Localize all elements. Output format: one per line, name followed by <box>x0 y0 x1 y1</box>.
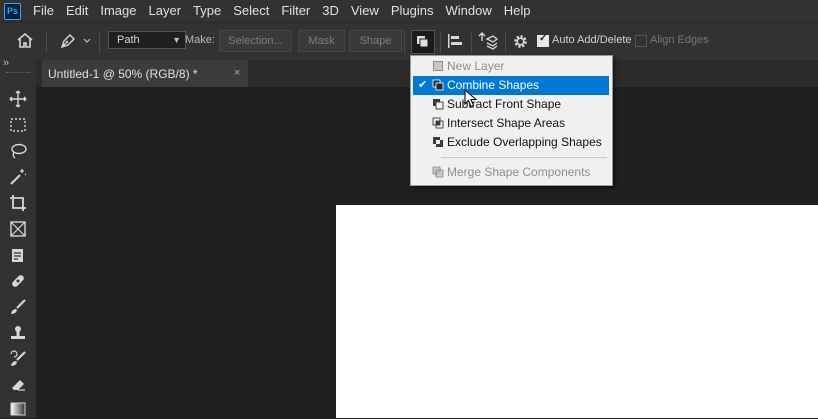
new-layer-icon <box>433 61 443 71</box>
eraser-tool-icon[interactable] <box>8 375 28 395</box>
menu-item-label: New Layer <box>447 59 505 73</box>
menu-layer[interactable]: Layer <box>143 0 188 22</box>
chevron-down-icon: ▼ <box>172 35 181 45</box>
exclude-overlapping-shapes-icon <box>433 137 443 147</box>
divider <box>404 31 405 53</box>
divider <box>505 31 506 53</box>
menu-bar: Ps File Edit Image Layer Type Select Fil… <box>0 0 818 22</box>
path-operations-button[interactable] <box>411 30 435 54</box>
make-label: Make: <box>185 34 215 46</box>
divider <box>440 31 441 53</box>
document-canvas[interactable] <box>336 205 818 418</box>
marquee-tool-icon[interactable] <box>8 115 28 135</box>
checkmark-icon: ✔ <box>418 79 428 91</box>
pen-tool-icon[interactable] <box>59 32 77 50</box>
intersect-shape-areas-icon <box>432 117 444 129</box>
panel-collapse-icon[interactable]: » <box>3 57 9 69</box>
gradient-tool-icon[interactable] <box>8 399 28 419</box>
path-arrangement-icon[interactable] <box>478 31 498 51</box>
move-tool-icon[interactable] <box>8 89 28 109</box>
menu-item-label: Combine Shapes <box>447 78 540 92</box>
auto-add-delete-checkbox[interactable] <box>537 33 549 47</box>
mouse-cursor-icon <box>464 89 478 108</box>
menu-file[interactable]: File <box>27 0 60 22</box>
eyedropper-tool-icon[interactable] <box>8 245 28 265</box>
menu-image[interactable]: Image <box>94 0 142 22</box>
align-edges-checkbox[interactable] <box>635 35 647 47</box>
make-selection-button[interactable]: Selection... <box>219 30 292 52</box>
menu-plugins[interactable]: Plugins <box>385 0 440 22</box>
tool-panel: » <box>0 57 36 419</box>
frame-tool-icon[interactable] <box>8 219 28 239</box>
menu-item-new-layer[interactable]: New Layer <box>413 57 609 76</box>
photoshop-logo: Ps <box>4 2 21 20</box>
close-icon[interactable]: × <box>234 67 240 79</box>
menu-separator <box>441 157 607 158</box>
make-shape-button[interactable]: Shape <box>349 30 402 52</box>
align-edges-label: Align Edges <box>650 34 709 46</box>
menu-item-combine-shapes[interactable]: ✔ Combine Shapes <box>413 76 609 95</box>
divider <box>99 31 100 53</box>
menu-item-merge-shape-components[interactable]: Merge Shape Components <box>413 163 609 182</box>
healing-brush-tool-icon[interactable] <box>8 271 28 291</box>
menu-type[interactable]: Type <box>187 0 227 22</box>
menu-item-label: Exclude Overlapping Shapes <box>447 135 602 149</box>
chevron-down-icon[interactable] <box>83 38 91 44</box>
brush-tool-icon[interactable] <box>8 297 28 317</box>
path-alignment-icon[interactable] <box>447 33 463 49</box>
menu-item-intersect-shape-areas[interactable]: Intersect Shape Areas <box>413 114 609 133</box>
tool-mode-value: Path <box>117 34 140 46</box>
menu-edit[interactable]: Edit <box>60 0 94 22</box>
options-bar: Path ▼ Make: Selection... Mask Shape Aut… <box>0 22 818 60</box>
divider <box>46 31 47 53</box>
menu-item-label: Intersect Shape Areas <box>447 116 566 130</box>
menu-select[interactable]: Select <box>227 0 275 22</box>
menu-view[interactable]: View <box>345 0 385 22</box>
path-operations-menu: New Layer ✔ Combine Shapes Subtract Fron… <box>410 55 613 186</box>
menu-help[interactable]: Help <box>498 0 537 22</box>
home-icon[interactable] <box>16 32 34 49</box>
panel-grip[interactable] <box>6 72 30 75</box>
path-operations-icon <box>417 36 429 48</box>
menu-window[interactable]: Window <box>439 0 497 22</box>
magic-wand-tool-icon[interactable] <box>8 167 28 187</box>
crop-tool-icon[interactable] <box>8 193 28 213</box>
make-mask-button[interactable]: Mask <box>298 30 345 52</box>
gear-icon[interactable] <box>512 33 529 50</box>
divider <box>471 31 472 53</box>
menu-item-exclude-overlapping-shapes[interactable]: Exclude Overlapping Shapes <box>413 133 609 152</box>
auto-add-delete-label: Auto Add/Delete <box>552 34 632 46</box>
merge-shape-components-icon <box>432 166 444 178</box>
document-tab-title: Untitled-1 @ 50% (RGB/8) * <box>48 67 198 81</box>
combine-shapes-icon <box>432 79 444 91</box>
menu-item-label: Merge Shape Components <box>447 165 591 179</box>
menu-3d[interactable]: 3D <box>316 0 345 22</box>
history-brush-tool-icon[interactable] <box>8 349 28 369</box>
menu-filter[interactable]: Filter <box>275 0 316 22</box>
lasso-tool-icon[interactable] <box>8 141 28 161</box>
document-tab[interactable]: Untitled-1 @ 50% (RGB/8) * × <box>42 60 248 87</box>
tool-mode-select[interactable]: Path ▼ <box>108 31 186 49</box>
subtract-front-shape-icon <box>433 99 444 110</box>
menu-item-subtract-front-shape[interactable]: Subtract Front Shape <box>413 95 609 114</box>
clone-stamp-tool-icon[interactable] <box>8 323 28 343</box>
